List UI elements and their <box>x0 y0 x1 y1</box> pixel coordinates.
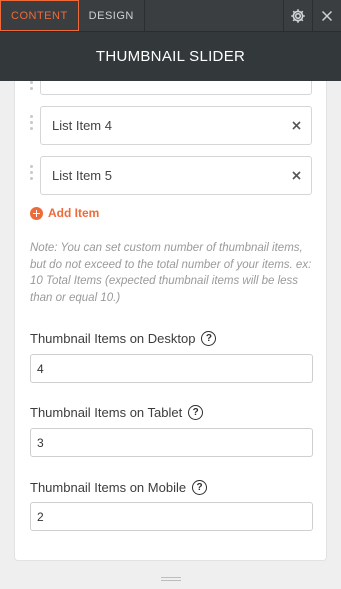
list-item-label: List Item 5 <box>52 168 112 183</box>
close-icon <box>321 10 333 21</box>
tablet-items-label: Thumbnail Items on Tablet ? <box>30 405 204 420</box>
drag-handle-icon[interactable] <box>29 115 35 135</box>
settings-panel: List Item 4 List Item 5 Add Item Note: Y… <box>14 81 327 561</box>
add-icon <box>30 206 43 220</box>
page-title: THUMBNAIL SLIDER <box>95 48 246 65</box>
remove-item-button[interactable] <box>281 157 311 194</box>
list-item[interactable] <box>40 81 312 95</box>
remove-icon <box>291 121 301 130</box>
remove-icon <box>291 171 301 180</box>
list-item[interactable]: List Item 5 <box>40 156 312 195</box>
mobile-items-label: Thumbnail Items on Mobile ? <box>30 480 208 495</box>
tab-design[interactable]: DESIGN <box>79 0 145 31</box>
add-item-label: Add Item <box>48 206 100 220</box>
close-button[interactable] <box>312 0 341 31</box>
list-item-label: List Item 4 <box>52 118 112 133</box>
tab-bar: CONTENT DESIGN <box>0 0 341 31</box>
mobile-items-label-text: Thumbnail Items on Mobile <box>30 480 187 495</box>
tab-bar-spacer <box>145 0 283 31</box>
gear-icon <box>291 8 305 23</box>
desktop-items-label-text: Thumbnail Items on Desktop <box>30 331 196 346</box>
panel-header: THUMBNAIL SLIDER <box>0 31 341 81</box>
desktop-items-label: Thumbnail Items on Desktop ? <box>30 331 217 346</box>
desktop-items-input[interactable] <box>30 354 313 383</box>
resize-handle-icon[interactable] <box>161 577 181 584</box>
help-icon[interactable]: ? <box>201 331 217 346</box>
help-icon[interactable]: ? <box>192 480 208 495</box>
tablet-items-input[interactable] <box>30 428 313 457</box>
tab-content[interactable]: CONTENT <box>0 0 79 31</box>
help-icon[interactable]: ? <box>188 405 204 420</box>
drag-handle-icon[interactable] <box>29 81 35 101</box>
help-note: Note: You can set custom number of thumb… <box>30 242 312 305</box>
tablet-items-label-text: Thumbnail Items on Tablet <box>30 405 183 420</box>
mobile-items-input[interactable] <box>30 502 313 531</box>
remove-item-button[interactable] <box>281 107 311 144</box>
add-item-button[interactable]: Add Item <box>30 206 99 220</box>
settings-button[interactable] <box>283 0 312 31</box>
drag-handle-icon[interactable] <box>29 165 35 185</box>
list-item[interactable]: List Item 4 <box>40 106 312 145</box>
